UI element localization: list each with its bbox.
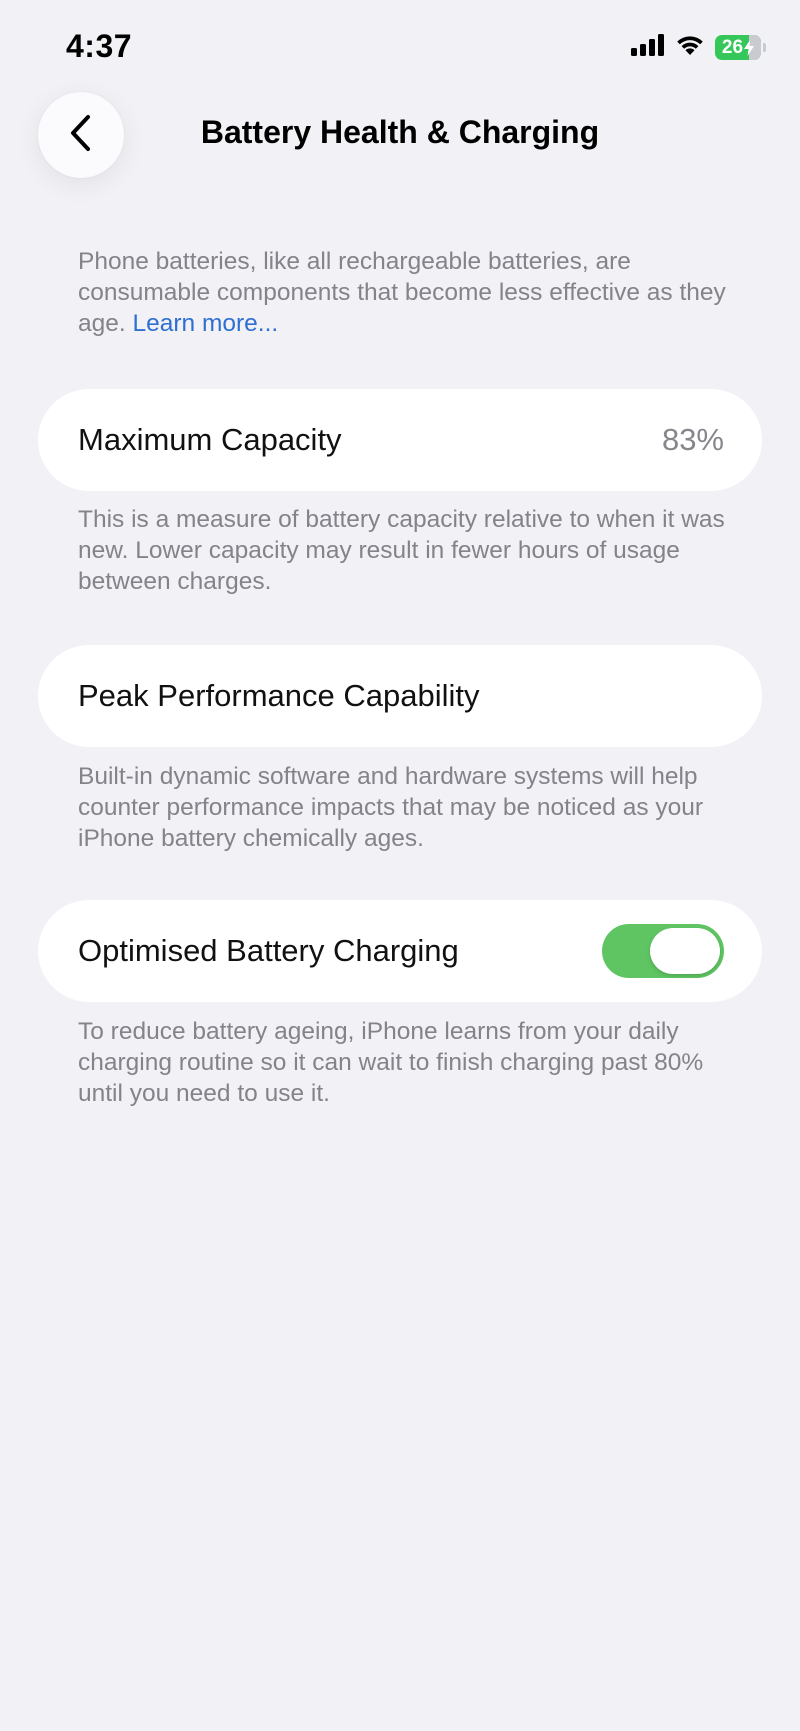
page-title: Battery Health & Charging — [200, 114, 600, 150]
battery-body: 26 — [715, 35, 761, 60]
maximum-capacity-note: This is a measure of battery capacity re… — [78, 506, 725, 595]
status-icons: 26 — [631, 34, 766, 61]
optimised-charging-label: Optimised Battery Charging — [78, 933, 459, 968]
battery-charging-icon: 26 — [715, 35, 766, 60]
battery-cap — [763, 43, 766, 52]
charging-bolt-icon — [744, 39, 755, 56]
toggle-knob — [650, 928, 720, 974]
status-bar: 4:37 26 — [0, 0, 800, 90]
wifi-icon — [675, 34, 705, 61]
peak-performance-label: Peak Performance Capability — [78, 678, 480, 713]
cellular-signal-icon — [631, 34, 665, 61]
maximum-capacity-row: Maximum Capacity 83% — [38, 389, 762, 491]
peak-performance-note: Built-in dynamic software and hardware s… — [78, 763, 704, 852]
learn-more-link[interactable]: Learn more... — [133, 310, 279, 337]
optimised-charging-note: To reduce battery ageing, iPhone learns … — [78, 1018, 704, 1107]
battery-level: 26 — [721, 37, 744, 58]
optimised-charging-row: Optimised Battery Charging — [38, 900, 762, 1002]
optimised-charging-toggle[interactable] — [602, 924, 724, 978]
intro-note: Phone batteries, like all rechargeable b… — [78, 246, 738, 339]
peak-performance-row[interactable]: Peak Performance Capability — [38, 645, 762, 747]
maximum-capacity-label: Maximum Capacity — [78, 422, 342, 457]
maximum-capacity-value: 83% — [661, 422, 724, 457]
status-time: 4:37 — [66, 28, 133, 64]
